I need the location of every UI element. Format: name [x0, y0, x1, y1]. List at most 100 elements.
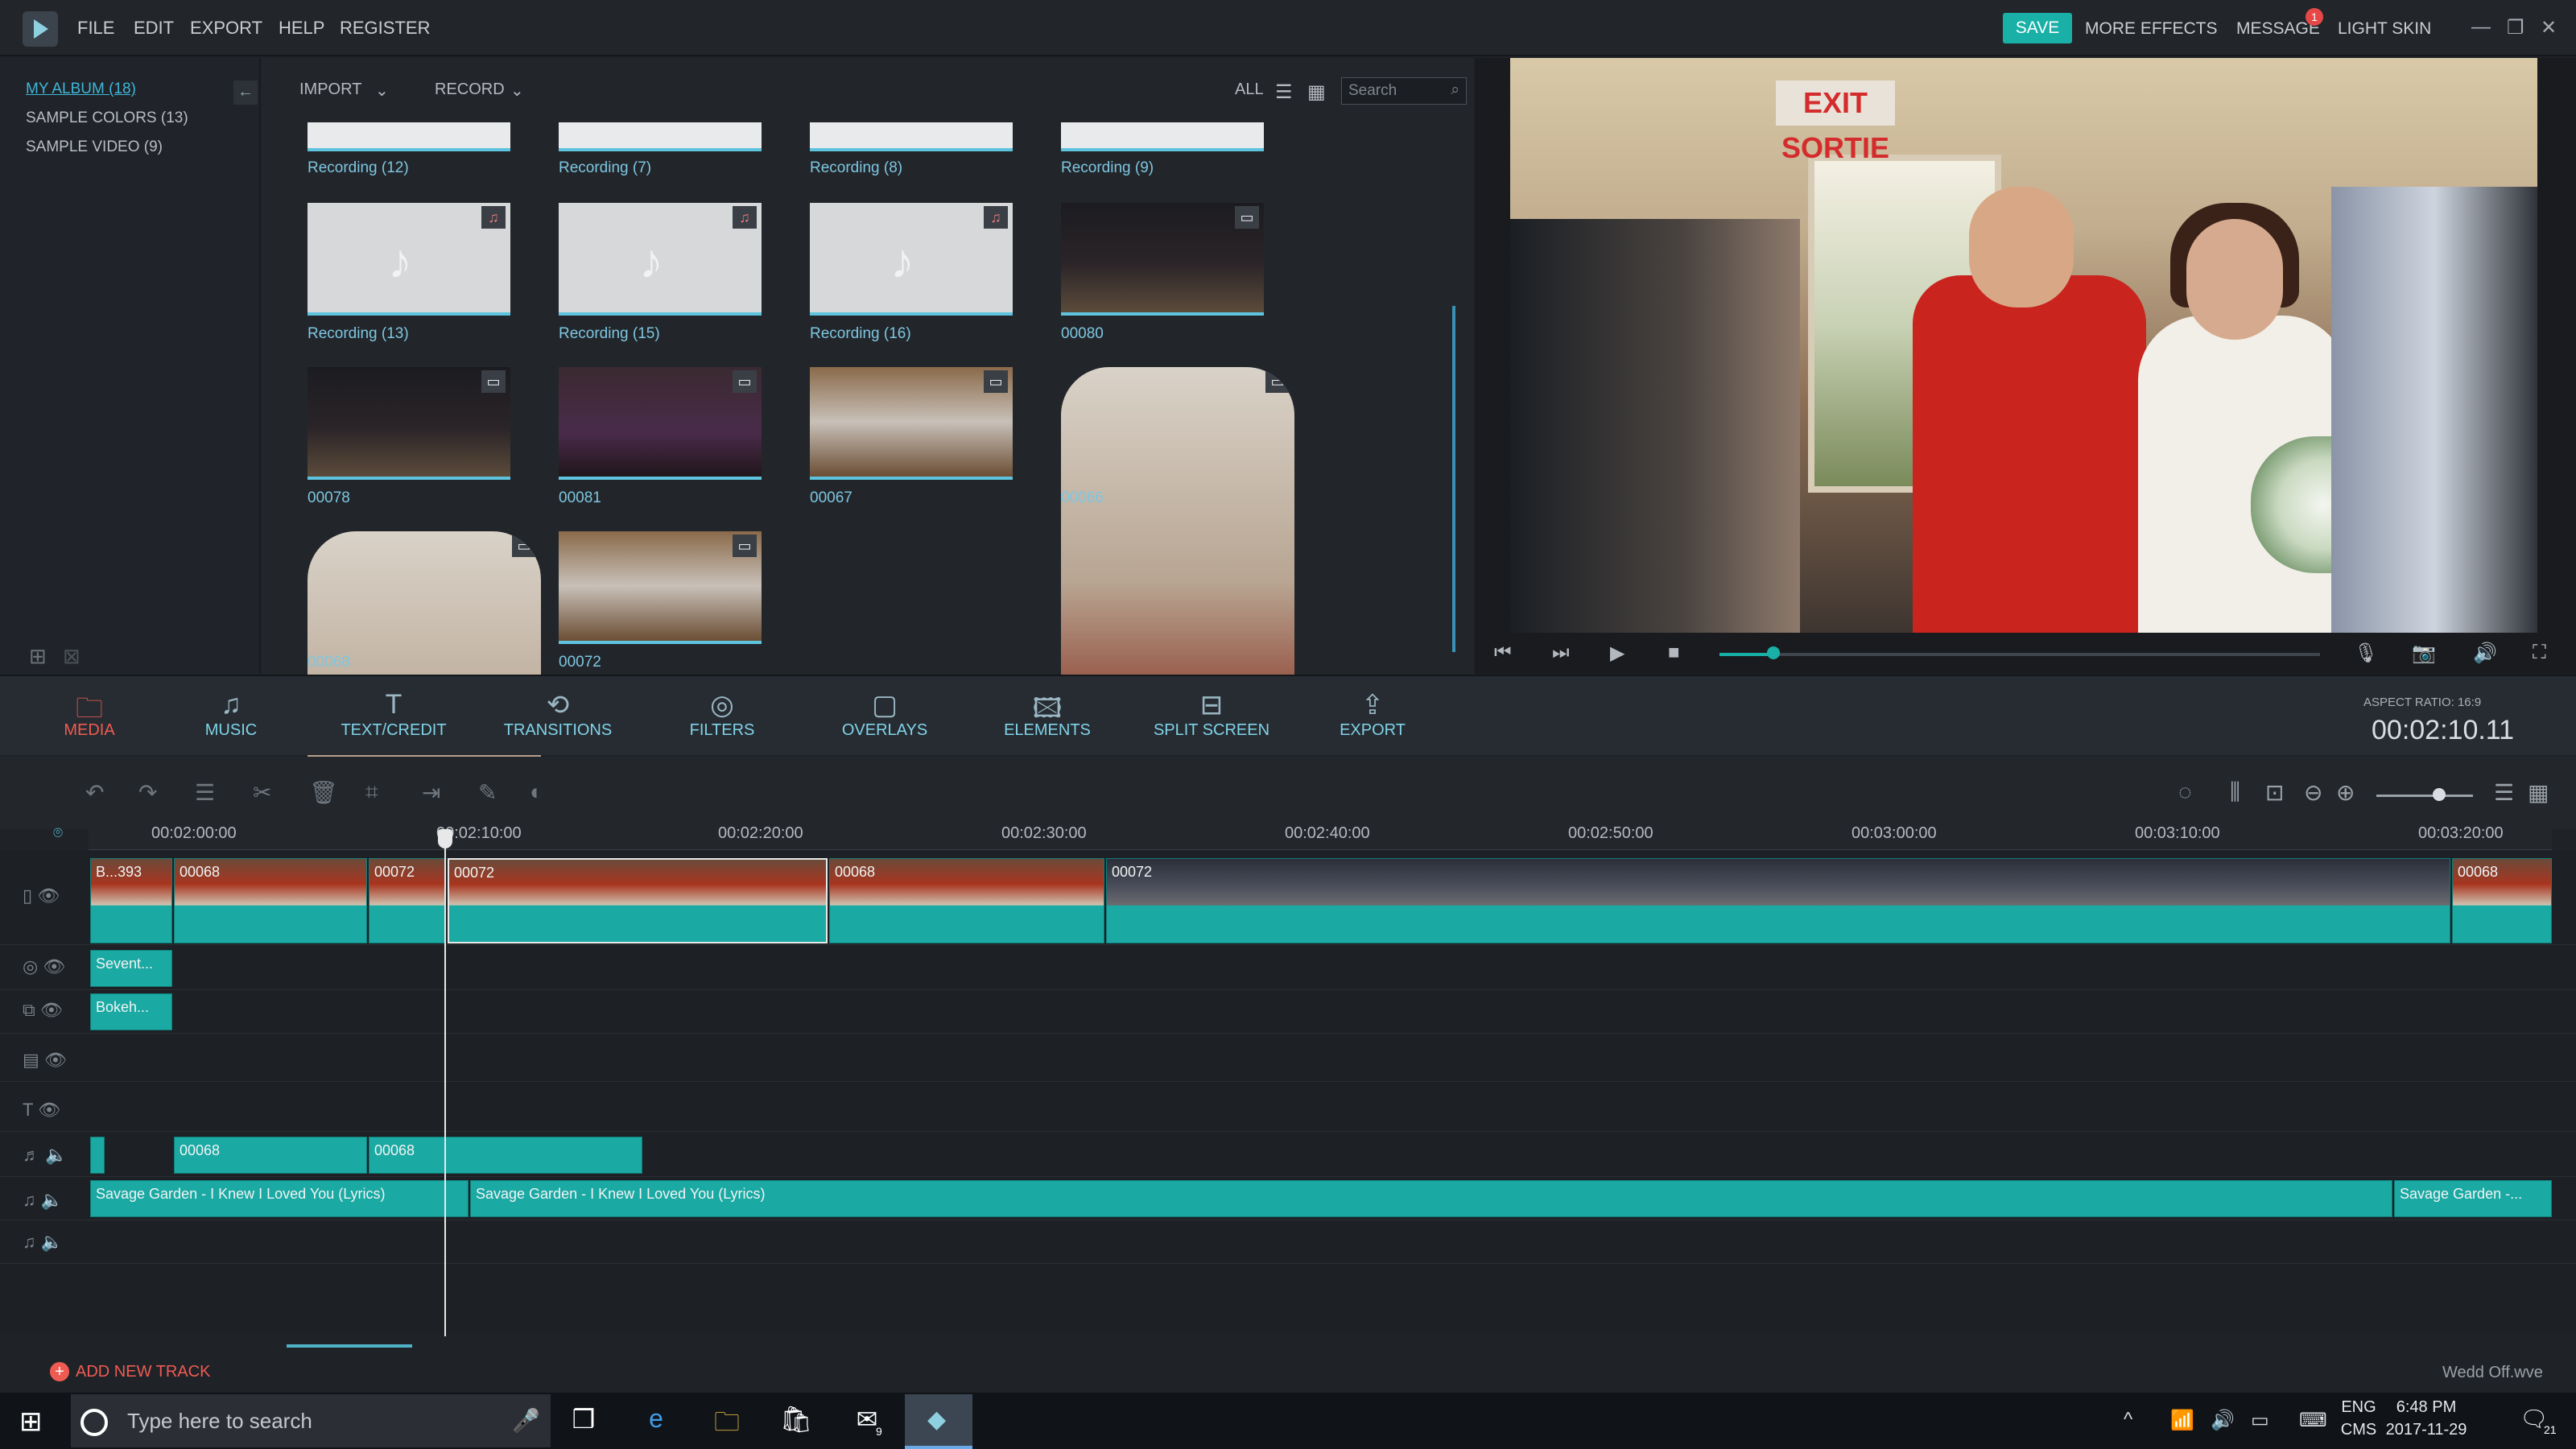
- crop-icon[interactable]: ⌗: [365, 779, 378, 806]
- speaker-icon[interactable]: 🔊: [2211, 1409, 2235, 1432]
- menu-export[interactable]: EXPORT: [190, 18, 262, 39]
- delete-icon[interactable]: 🗑: [309, 779, 338, 806]
- music-clip[interactable]: Savage Garden - I Knew I Loved You (Lyri…: [90, 1180, 469, 1217]
- media-item-00080[interactable]: ▭: [1061, 203, 1264, 316]
- tab-transitions[interactable]: ⟲ TRANSITIONS: [489, 689, 626, 740]
- overlay-clip[interactable]: Bokeh...: [90, 993, 172, 1030]
- volume-icon[interactable]: 🔊: [2473, 642, 2497, 665]
- audio-clip[interactable]: 00068: [174, 1137, 367, 1174]
- color-icon[interactable]: ◐: [530, 779, 543, 805]
- menu-help[interactable]: HELP: [279, 18, 324, 39]
- task-view-icon[interactable]: ❒: [565, 1404, 602, 1439]
- grid-view-icon[interactable]: ▦: [1307, 80, 1326, 104]
- adjust-icon[interactable]: ☰: [195, 779, 215, 806]
- windows-start-icon[interactable]: ⊞: [19, 1406, 43, 1438]
- import-dropdown[interactable]: IMPORT: [299, 80, 361, 99]
- filmora-taskbar-button[interactable]: ◆: [905, 1394, 972, 1449]
- store-icon[interactable]: 🛍: [778, 1404, 815, 1439]
- light-skin-link[interactable]: LIGHT SKIN: [2338, 19, 2431, 39]
- zoom-slider[interactable]: [2376, 795, 2473, 797]
- playhead-handle[interactable]: [438, 829, 452, 848]
- add-folder-icon[interactable]: ⊞: [29, 644, 47, 669]
- skip-back-icon[interactable]: ⏮: [1494, 642, 1512, 664]
- media-item-recording-8[interactable]: [810, 122, 1013, 151]
- microphone-icon[interactable]: 🎙: [2354, 642, 2378, 665]
- media-item-recording-16[interactable]: ♪ ♫: [810, 203, 1013, 316]
- video-clip[interactable]: 00072: [369, 858, 446, 943]
- media-item-recording-13[interactable]: ♪ ♫: [308, 203, 510, 316]
- zoom-in-icon[interactable]: ⊕: [2336, 779, 2355, 806]
- music-clip[interactable]: Savage Garden -...: [2394, 1180, 2552, 1217]
- filter-clip[interactable]: Sevent...: [90, 950, 172, 987]
- menu-file[interactable]: FILE: [77, 18, 114, 39]
- media-item-recording-15[interactable]: ♪ ♫: [559, 203, 762, 316]
- video-clip[interactable]: 00068: [2452, 858, 2552, 943]
- audio-clip[interactable]: [90, 1137, 105, 1174]
- import-chevron-icon[interactable]: ⌄: [375, 80, 389, 101]
- tab-split-screen[interactable]: ⊟ SPLIT SCREEN: [1143, 689, 1280, 740]
- add-new-track-button[interactable]: + ADD NEW TRACK: [50, 1362, 210, 1381]
- grid-icon[interactable]: ▦: [2528, 779, 2549, 806]
- media-item-00081[interactable]: ▭: [559, 367, 762, 480]
- more-effects-link[interactable]: MORE EFFECTS: [2085, 19, 2218, 39]
- fullscreen-icon[interactable]: ⛶: [2533, 642, 2546, 664]
- restore-icon[interactable]: ❐: [2507, 16, 2524, 39]
- media-item-recording-9[interactable]: [1061, 122, 1264, 151]
- delete-folder-icon[interactable]: ⊠: [63, 644, 80, 669]
- network-icon[interactable]: 📶: [2170, 1409, 2194, 1432]
- tab-filters[interactable]: ◎ FILTERS: [654, 689, 791, 740]
- keyboard-icon[interactable]: ⌨: [2299, 1409, 2327, 1432]
- search-icon[interactable]: ⌕: [1451, 81, 1459, 99]
- play-icon[interactable]: ▶: [1610, 642, 1624, 665]
- album-my-album[interactable]: MY ALBUM (18): [26, 80, 136, 98]
- playhead[interactable]: [444, 836, 446, 1336]
- audio-clip[interactable]: 00068: [369, 1137, 642, 1174]
- clock[interactable]: 6:48 PM 2017-11-29: [2384, 1396, 2468, 1441]
- battery-icon[interactable]: ▭: [2251, 1409, 2269, 1432]
- taskbar-search-input[interactable]: Type here to search: [71, 1394, 551, 1447]
- record-chevron-icon[interactable]: ⌄: [510, 80, 524, 101]
- trim-icon[interactable]: ⇥: [422, 779, 440, 806]
- show-hidden-icons[interactable]: ^: [2124, 1409, 2132, 1431]
- video-clip[interactable]: 00068: [829, 858, 1104, 943]
- preview-scrubber[interactable]: [1719, 653, 2320, 656]
- timeline-scrollbar[interactable]: [287, 1344, 412, 1348]
- edge-icon[interactable]: e: [638, 1404, 675, 1439]
- media-item-00067[interactable]: ▭: [810, 367, 1013, 480]
- media-item-recording-12[interactable]: [308, 122, 510, 151]
- audio-mixer-icon[interactable]: ⫼: [2230, 779, 2240, 806]
- video-clip[interactable]: B...393: [90, 858, 172, 943]
- cortana-icon[interactable]: [80, 1409, 108, 1436]
- music-clip[interactable]: Savage Garden - I Knew I Loved You (Lyri…: [470, 1180, 2392, 1217]
- media-item-00072[interactable]: ▭: [559, 531, 762, 644]
- record-dropdown[interactable]: RECORD: [435, 80, 505, 99]
- undo-icon[interactable]: ↶: [85, 779, 104, 806]
- zoom-slider-handle[interactable]: [2433, 788, 2446, 801]
- list-icon[interactable]: ☰: [2494, 779, 2514, 806]
- library-scrollbar[interactable]: [1452, 306, 1455, 652]
- tab-media[interactable]: 🗀 MEDIA: [21, 689, 158, 740]
- tab-elements[interactable]: 🖾 ELEMENTS: [979, 689, 1116, 740]
- menu-edit[interactable]: EDIT: [134, 18, 174, 39]
- preview-scrubber-handle[interactable]: [1767, 646, 1781, 659]
- search-input[interactable]: Search ⌕: [1341, 77, 1467, 105]
- render-icon[interactable]: ◌: [2178, 779, 2192, 805]
- tab-music[interactable]: ♫ MUSIC: [163, 689, 299, 740]
- save-button[interactable]: SAVE: [2003, 13, 2072, 43]
- video-clip-selected[interactable]: 00072: [448, 858, 828, 943]
- marker-icon[interactable]: ✎: [478, 779, 497, 806]
- collapse-album-button[interactable]: ←: [233, 80, 258, 105]
- fit-timeline-icon[interactable]: ⊡: [2265, 779, 2284, 806]
- file-explorer-icon[interactable]: 🗀: [708, 1404, 745, 1439]
- mic-icon[interactable]: 🎤: [512, 1407, 540, 1434]
- zoom-out-icon[interactable]: ⊖: [2304, 779, 2322, 806]
- video-clip[interactable]: 00068: [174, 858, 367, 943]
- language-indicator[interactable]: ENG CMS: [2334, 1396, 2383, 1441]
- stop-icon[interactable]: ■: [1668, 642, 1680, 664]
- tab-export[interactable]: ⇪ EXPORT: [1304, 689, 1441, 740]
- snapshot-icon[interactable]: 📷: [2412, 642, 2436, 665]
- snap-icon[interactable]: ⌾: [53, 824, 63, 843]
- redo-icon[interactable]: ↷: [138, 779, 157, 806]
- filter-all[interactable]: ALL: [1235, 80, 1264, 99]
- list-view-icon[interactable]: ☰: [1275, 80, 1293, 104]
